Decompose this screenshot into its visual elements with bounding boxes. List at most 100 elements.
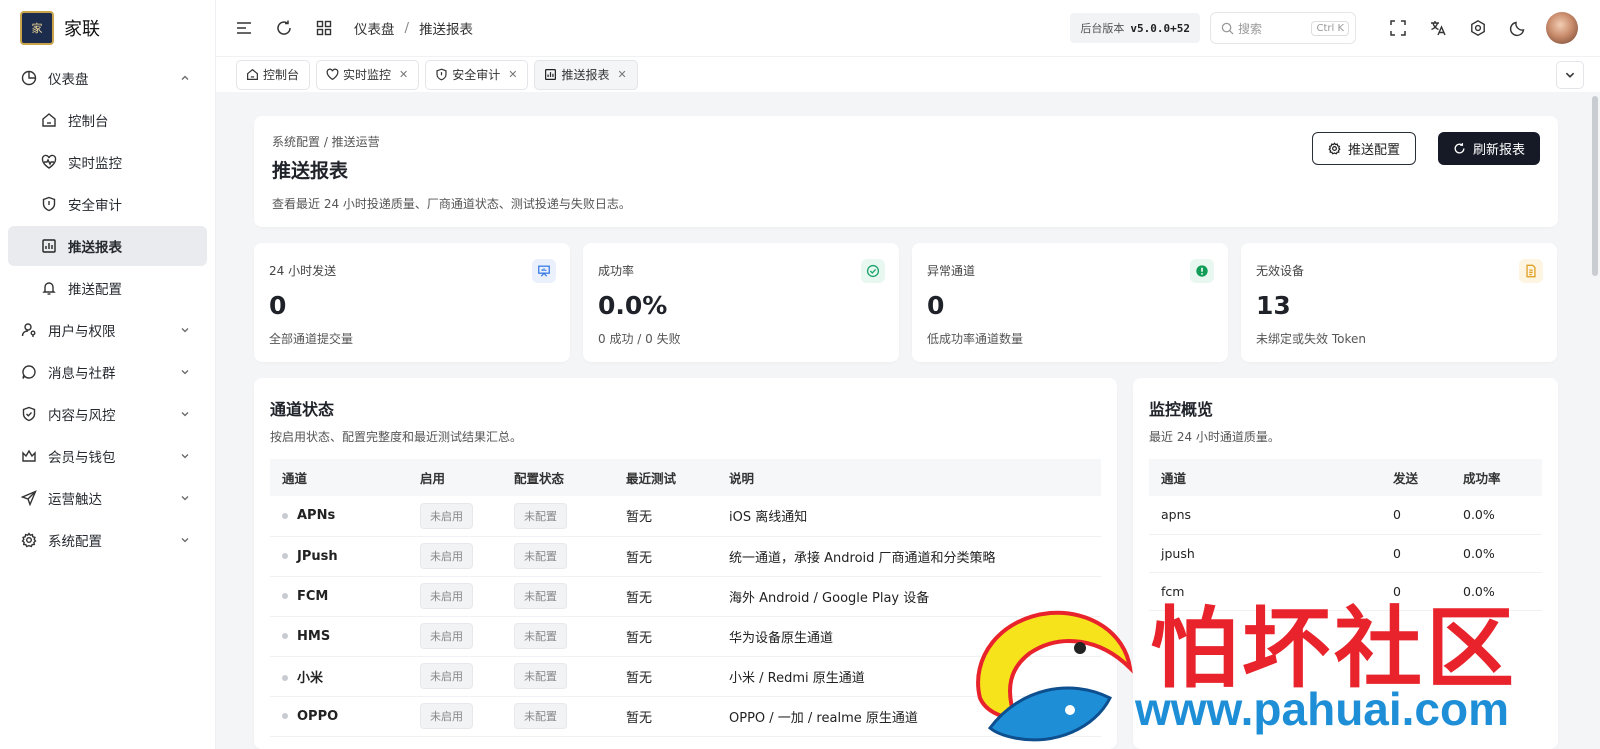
stat-label: 无效设备 <box>1256 264 1305 278</box>
sidebar-item-label: 消息与社群 <box>48 366 116 382</box>
table-row[interactable]: fcm 0 0.0% <box>1149 572 1542 611</box>
breadcrumb-separator: / <box>404 20 410 36</box>
sidebar-item-users[interactable]: 用户与权限 <box>8 310 207 350</box>
table-header-row: 通道 发送 成功率 <box>1149 459 1542 496</box>
monitor-sent: 0 <box>1381 534 1451 573</box>
channel-name: HMS <box>297 628 331 644</box>
sidebar-item-push-report[interactable]: 推送报表 <box>8 226 207 266</box>
sidebar-item-content[interactable]: 内容与风控 <box>8 394 207 434</box>
table-row[interactable]: HMS 未启用 未配置 暂无 华为设备原生通道 <box>270 616 1101 657</box>
stat-label: 成功率 <box>598 264 635 278</box>
gear-icon <box>1328 142 1342 156</box>
column-header: 发送 <box>1381 459 1451 496</box>
monitor-rate: 0.0% <box>1451 496 1542 535</box>
header-actions: 后台版本 v5.0.0+52 搜索 Ctrl K <box>1070 8 1600 48</box>
channel-description: 统一通道，承接 Android 厂商通道和分类策略 <box>717 536 1101 577</box>
tab-audit[interactable]: 安全审计 ✕ <box>425 59 529 90</box>
panel-title: 监控概览 <box>1149 400 1214 419</box>
grid-icon <box>316 20 332 36</box>
config-tag: 未配置 <box>514 703 567 729</box>
monitor-channel: fcm <box>1149 572 1381 611</box>
config-tag: 未配置 <box>514 583 567 609</box>
table-row[interactable]: jpush 0 0.0% <box>1149 534 1542 573</box>
sidebar-item-operations[interactable]: 运营触达 <box>8 478 207 518</box>
table-header-row: 通道 启用 配置状态 最近测试 说明 <box>270 459 1101 496</box>
last-test: 暂无 <box>614 656 717 697</box>
language-button[interactable] <box>1418 8 1458 48</box>
table-row[interactable]: JPush 未启用 未配置 暂无 统一通道，承接 Android 厂商通道和分类… <box>270 536 1101 577</box>
monitor-channel: jpush <box>1149 534 1381 573</box>
chat-icon <box>20 363 38 381</box>
tab-console[interactable]: 控制台 <box>236 59 311 90</box>
tab-label: 控制台 <box>263 68 300 82</box>
config-tag: 未配置 <box>514 543 567 569</box>
fullscreen-button[interactable] <box>1378 8 1418 48</box>
stat-card-sent: 24 小时发送 0 全部通道提交量 <box>254 243 570 362</box>
brand[interactable]: 家 家联 <box>0 0 215 56</box>
chevron-down-icon <box>179 367 191 377</box>
sidebar-item-label: 系统配置 <box>48 534 102 550</box>
sidebar: 家 家联 仪表盘 控制台 实时监控 安全审计 推送报表 推送配置 用户与权限 消… <box>0 0 216 749</box>
top-header: 仪表盘 / 推送报表 后台版本 v5.0.0+52 搜索 Ctrl K <box>216 0 1600 56</box>
sidebar-item-console[interactable]: 控制台 <box>8 100 207 140</box>
sidebar-item-realtime[interactable]: 实时监控 <box>8 142 207 182</box>
table-row[interactable]: FCM 未启用 未配置 暂无 海外 Android / Google Play … <box>270 576 1101 617</box>
table-row[interactable]: apns 0 0.0% <box>1149 496 1542 535</box>
last-test: 暂无 <box>614 616 717 657</box>
channel-description: 海外 Android / Google Play 设备 <box>717 576 1101 617</box>
chevron-down-icon <box>179 451 191 461</box>
sidebar-item-label: 推送报表 <box>68 240 122 256</box>
close-icon[interactable]: ✕ <box>399 68 408 81</box>
sidebar-item-push-config[interactable]: 推送配置 <box>8 268 207 308</box>
breadcrumb-item: 推送报表 <box>419 22 474 38</box>
chevron-down-icon <box>1565 72 1575 78</box>
bar-chart-icon <box>543 68 557 82</box>
monitor-overview-panel: 监控概览 最近 24 小时通道质量。 通道 发送 成功率 apns 0 0.0%… <box>1133 378 1558 749</box>
panel-description: 按启用状态、配置完整度和最近测试结果汇总。 <box>270 430 523 444</box>
tabs-more-button[interactable] <box>1556 60 1584 89</box>
apps-button[interactable] <box>304 8 344 48</box>
last-test: 暂无 <box>614 576 717 617</box>
status-dot <box>282 675 288 681</box>
tab-realtime[interactable]: 实时监控 ✕ <box>316 59 420 90</box>
page-description: 查看最近 24 小时投递质量、厂商通道状态、测试投递与失败日志。 <box>272 197 631 211</box>
push-config-button[interactable]: 推送配置 <box>1311 132 1416 165</box>
sidebar-item-membership[interactable]: 会员与钱包 <box>8 436 207 476</box>
refresh-icon <box>277 20 291 35</box>
close-icon[interactable]: ✕ <box>618 68 627 81</box>
sidebar-item-dashboard[interactable]: 仪表盘 <box>8 58 207 98</box>
table-row[interactable]: 小米 未启用 未配置 暂无 小米 / Redmi 原生通道 <box>270 656 1101 697</box>
translate-icon <box>1431 21 1446 36</box>
breadcrumb-item[interactable]: 仪表盘 <box>354 18 395 38</box>
refresh-button[interactable] <box>264 8 304 48</box>
stat-label: 24 小时发送 <box>269 264 337 278</box>
sidebar-item-messages[interactable]: 消息与社群 <box>8 352 207 392</box>
theme-toggle-button[interactable] <box>1498 8 1538 48</box>
monitor-table: 通道 发送 成功率 apns 0 0.0% jpush 0 0.0% fcm 0… <box>1149 459 1542 611</box>
page-scrollbar[interactable] <box>1592 96 1598 276</box>
menu-toggle-button[interactable] <box>224 8 264 48</box>
channel-description: OPPO / 一加 / realme 原生通道 <box>717 696 1101 737</box>
channel-description: iOS 离线通知 <box>717 496 1101 537</box>
settings-button[interactable] <box>1458 8 1498 48</box>
user-key-icon <box>20 321 38 339</box>
sidebar-item-label: 推送配置 <box>68 282 122 298</box>
crown-icon <box>20 447 38 465</box>
search-shortcut: Ctrl K <box>1311 20 1349 36</box>
sidebar-item-system[interactable]: 系统配置 <box>8 520 207 560</box>
monitor-sent: 0 <box>1381 496 1451 535</box>
fullscreen-icon <box>1390 20 1406 36</box>
avatar[interactable] <box>1546 12 1578 44</box>
channel-name: JPush <box>297 548 338 564</box>
monitor-rate: 0.0% <box>1451 534 1542 573</box>
close-icon[interactable]: ✕ <box>508 68 517 81</box>
refresh-report-button[interactable]: 刷新报表 <box>1437 132 1540 165</box>
search-input[interactable]: 搜索 Ctrl K <box>1210 12 1356 44</box>
tab-push-report[interactable]: 推送报表 ✕ <box>534 59 638 90</box>
config-tag: 未配置 <box>514 663 567 689</box>
sidebar-item-audit[interactable]: 安全审计 <box>8 184 207 224</box>
table-row[interactable]: APNs 未启用 未配置 暂无 iOS 离线通知 <box>270 496 1101 537</box>
status-dot <box>282 713 288 719</box>
table-row[interactable]: OPPO 未启用 未配置 暂无 OPPO / 一加 / realme 原生通道 <box>270 696 1101 737</box>
last-test: 暂无 <box>614 696 717 737</box>
